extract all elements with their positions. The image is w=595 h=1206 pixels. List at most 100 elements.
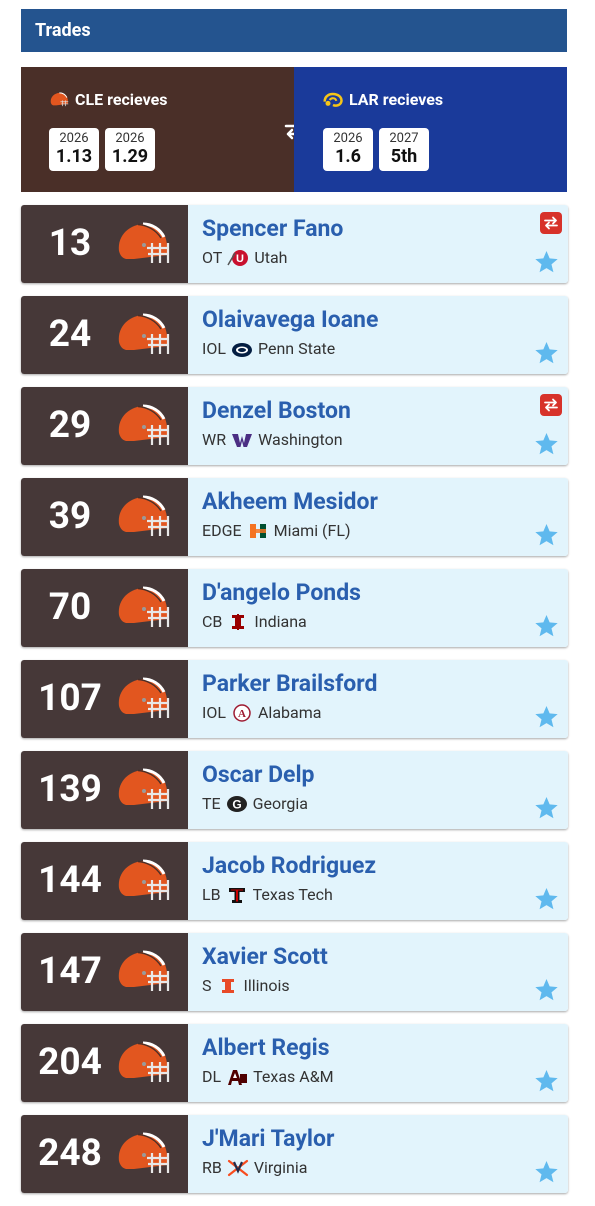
pick-number-cell: 139 <box>21 751 188 829</box>
player-name[interactable]: Spencer Fano <box>202 215 343 242</box>
star-icon[interactable] <box>533 704 560 730</box>
pick-number: 147 <box>38 950 102 993</box>
browns-helmet-icon <box>118 950 170 991</box>
draft-pick-row[interactable]: 147 Xavier Scott S Illinois <box>21 933 568 1011</box>
draft-pick-row[interactable]: 248 J'Mari Taylor RB Virginia <box>21 1115 568 1193</box>
player-info: OT U Utah <box>202 248 287 267</box>
draft-pick-row[interactable]: 204 Albert Regis DL Texas A&M <box>21 1024 568 1102</box>
browns-helmet-icon <box>118 1041 170 1082</box>
lar-receives-heading: LAR recieves <box>323 90 443 109</box>
received-pick-card: 2026 1.29 <box>105 128 155 171</box>
miami-logo-icon <box>249 523 266 538</box>
player-position: LB <box>202 885 221 904</box>
pick-number-cell: 144 <box>21 842 188 920</box>
draft-pick-row[interactable]: 29 Denzel Boston WR Washington <box>21 387 568 465</box>
cle-receives-label: CLE recieves <box>75 90 168 109</box>
player-school: Illinois <box>243 976 290 995</box>
star-icon[interactable] <box>533 1068 560 1094</box>
draft-pick-row[interactable]: 39 Akheem Mesidor EDGE Miami (FL) <box>21 478 568 556</box>
virginia-logo-icon <box>227 1159 248 1176</box>
player-info: IOL A Alabama <box>202 703 321 722</box>
pick-number-cell: 147 <box>21 933 188 1011</box>
player-name[interactable]: Oscar Delp <box>202 761 315 788</box>
player-name[interactable]: Jacob Rodriguez <box>202 852 376 879</box>
draft-pick-row[interactable]: 107 Parker Brailsford IOL A Alabama <box>21 660 568 738</box>
texas-am-logo-icon <box>228 1069 248 1085</box>
pick-number-cell: 24 <box>21 296 188 374</box>
draft-pick-row[interactable]: 24 Olaivavega Ioane IOL Penn State <box>21 296 568 374</box>
player-school: Utah <box>254 248 288 267</box>
pick-value: 5th <box>390 146 418 167</box>
player-name[interactable]: Parker Brailsford <box>202 670 377 697</box>
pick-value: 1.29 <box>111 146 149 167</box>
lar-receives-label: LAR recieves <box>349 90 444 109</box>
player-name[interactable]: J'Mari Taylor <box>202 1125 334 1152</box>
browns-helmet-icon <box>118 404 170 445</box>
player-info: TE G Georgia <box>202 794 308 813</box>
pick-number-cell: 70 <box>21 569 188 647</box>
utah-logo-icon: U <box>227 249 249 266</box>
player-info: IOL Penn State <box>202 339 335 358</box>
trade-swap-icon[interactable] <box>540 212 562 234</box>
pick-number: 24 <box>48 313 92 356</box>
player-name[interactable]: Albert Regis <box>202 1034 330 1061</box>
browns-helmet-icon <box>50 91 69 106</box>
star-icon[interactable] <box>533 340 560 366</box>
player-name[interactable]: Olaivavega Ioane <box>202 306 378 333</box>
player-card: Jacob Rodriguez LB Texas Tech <box>188 842 568 920</box>
pick-year: 2026 <box>59 131 89 146</box>
trade-panel: CLE recieves 2026 1.13 2026 1.29 LAR rec… <box>21 67 567 192</box>
player-name[interactable]: Denzel Boston <box>202 397 351 424</box>
player-school: Alabama <box>257 703 322 722</box>
draft-pick-row[interactable]: 144 Jacob Rodriguez LB Texas Tech <box>21 842 568 920</box>
player-school: Washington <box>258 430 343 449</box>
player-school: Virginia <box>253 1158 308 1177</box>
cle-received-picks: 2026 1.13 2026 1.29 <box>49 128 155 171</box>
player-position: IOL <box>202 339 226 358</box>
pick-number: 248 <box>38 1132 102 1175</box>
player-card: Denzel Boston WR Washington <box>188 387 568 465</box>
penn-state-logo-icon <box>231 342 252 357</box>
star-icon[interactable] <box>533 249 560 275</box>
browns-helmet-icon <box>118 586 170 627</box>
browns-helmet-icon <box>118 677 170 718</box>
draft-pick-row[interactable]: 70 D'angelo Ponds CB Indiana <box>21 569 568 647</box>
player-card: D'angelo Ponds CB Indiana <box>188 569 568 647</box>
player-name[interactable]: Akheem Mesidor <box>202 488 378 515</box>
texas-tech-logo-icon <box>228 887 245 903</box>
draft-pick-list: 13 Spencer Fano OT U Utah 24 Olaivavega … <box>21 205 568 1206</box>
browns-helmet-icon <box>118 768 170 809</box>
star-icon[interactable] <box>533 1159 560 1185</box>
player-card: Xavier Scott S Illinois <box>188 933 568 1011</box>
draft-pick-row[interactable]: 13 Spencer Fano OT U Utah <box>21 205 568 283</box>
player-name[interactable]: Xavier Scott <box>202 943 328 970</box>
draft-pick-row[interactable]: 139 Oscar Delp TE G Georgia <box>21 751 568 829</box>
pick-number-cell: 107 <box>21 660 188 738</box>
georgia-logo-icon: G <box>226 795 247 812</box>
alabama-logo-icon: A <box>233 703 251 722</box>
player-card: Olaivavega Ioane IOL Penn State <box>188 296 568 374</box>
trade-swap-icon[interactable] <box>540 394 562 416</box>
player-school: Miami (FL) <box>273 521 351 540</box>
lar-received-picks: 2026 1.6 2027 5th <box>323 128 429 171</box>
star-icon[interactable] <box>533 795 560 821</box>
star-icon[interactable] <box>533 613 560 639</box>
player-card: Akheem Mesidor EDGE Miami (FL) <box>188 478 568 556</box>
player-info: EDGE Miami (FL) <box>202 521 351 540</box>
pick-number: 29 <box>48 404 92 447</box>
star-icon[interactable] <box>533 977 560 1003</box>
player-position: OT <box>202 248 223 267</box>
player-name[interactable]: D'angelo Ponds <box>202 579 361 606</box>
player-card: Albert Regis DL Texas A&M <box>188 1024 568 1102</box>
pick-number: 204 <box>38 1041 102 1084</box>
rams-logo-icon <box>323 92 343 107</box>
player-position: DL <box>202 1067 222 1086</box>
star-icon[interactable] <box>533 431 560 457</box>
player-position: TE <box>202 794 221 813</box>
received-pick-card: 2026 1.6 <box>323 128 373 171</box>
star-icon[interactable] <box>533 886 560 912</box>
browns-helmet-icon <box>118 313 170 354</box>
pick-number: 107 <box>38 677 102 720</box>
star-icon[interactable] <box>533 522 560 548</box>
svg-text:U: U <box>236 253 244 265</box>
